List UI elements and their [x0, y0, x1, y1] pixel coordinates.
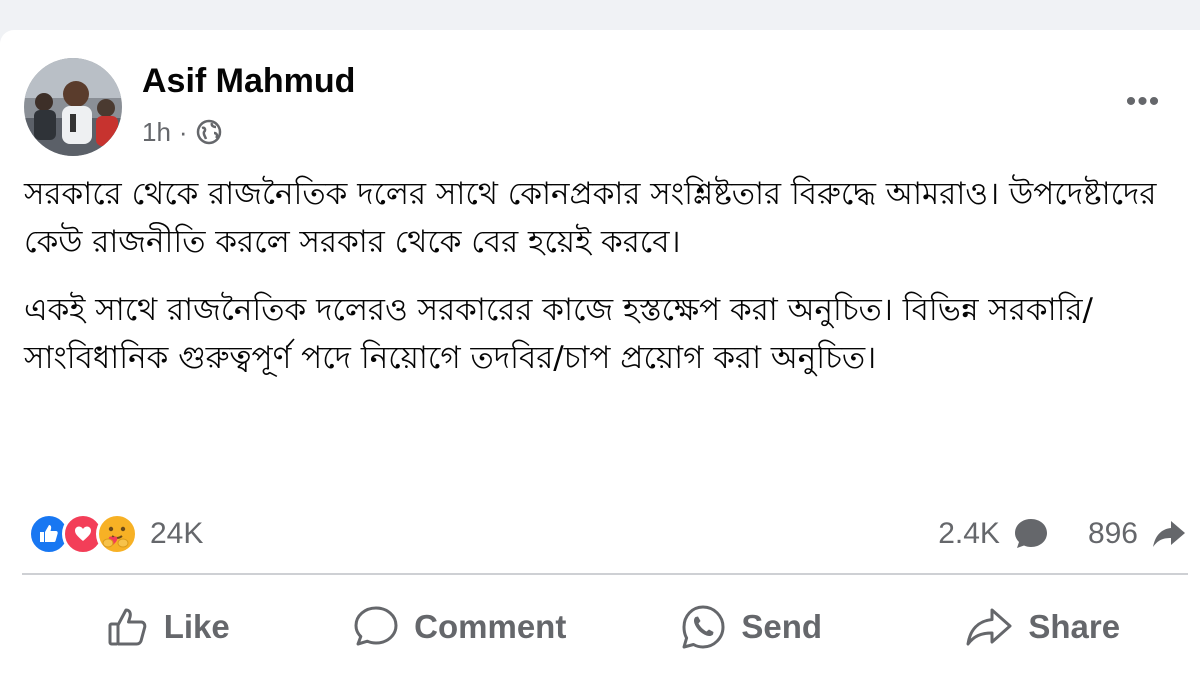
comments-count[interactable]: 2.4K	[938, 517, 1000, 551]
meta-separator: ·	[178, 116, 188, 147]
share-button[interactable]: Share	[897, 590, 1189, 664]
like-label: Like	[163, 608, 230, 645]
engagement-stats: 2.4K 896	[938, 510, 1188, 558]
thumbs-up-icon	[108, 608, 147, 646]
globe-icon[interactable]	[196, 119, 222, 145]
share-arrow-icon	[1153, 521, 1185, 547]
like-button[interactable]: Like	[22, 590, 314, 664]
post-meta: 1h ·	[142, 114, 222, 150]
whatsapp-icon	[682, 605, 725, 649]
comment-icon	[354, 606, 398, 646]
post-time[interactable]: 1h	[142, 117, 171, 148]
comment-button[interactable]: Comment	[314, 590, 606, 664]
post-actions-bar: Like Comment Send Share	[22, 590, 1188, 664]
comment-bubble-icon	[1014, 519, 1047, 548]
send-button[interactable]: Send	[605, 590, 897, 664]
actions-divider	[22, 573, 1188, 575]
post-paragraph-1: সরকারে থেকে রাজনৈতিক দলের সাথে কোনপ্রকার…	[24, 176, 1157, 260]
more-options-button[interactable]: •••	[1118, 84, 1168, 120]
shares-count[interactable]: 896	[1088, 517, 1138, 551]
author-name[interactable]: Asif Mahmud	[142, 62, 355, 101]
send-label: Send	[741, 608, 823, 645]
reactions-count: 24K	[150, 517, 204, 550]
author-avatar[interactable]	[24, 58, 122, 156]
post-body: সরকারে থেকে রাজনৈতিক দলের সাথে কোনপ্রকার…	[24, 170, 1184, 382]
reactions-summary[interactable]: 24K	[28, 510, 203, 558]
care-icon	[96, 513, 138, 555]
share-label: Share	[1028, 608, 1121, 645]
post-paragraph-2: একই সাথে রাজনৈতিক দলেরও সরকারের কাজে হস্…	[24, 292, 1093, 376]
comment-label: Comment	[414, 608, 567, 645]
share-icon	[966, 608, 1012, 646]
avatar-photo	[24, 58, 122, 156]
